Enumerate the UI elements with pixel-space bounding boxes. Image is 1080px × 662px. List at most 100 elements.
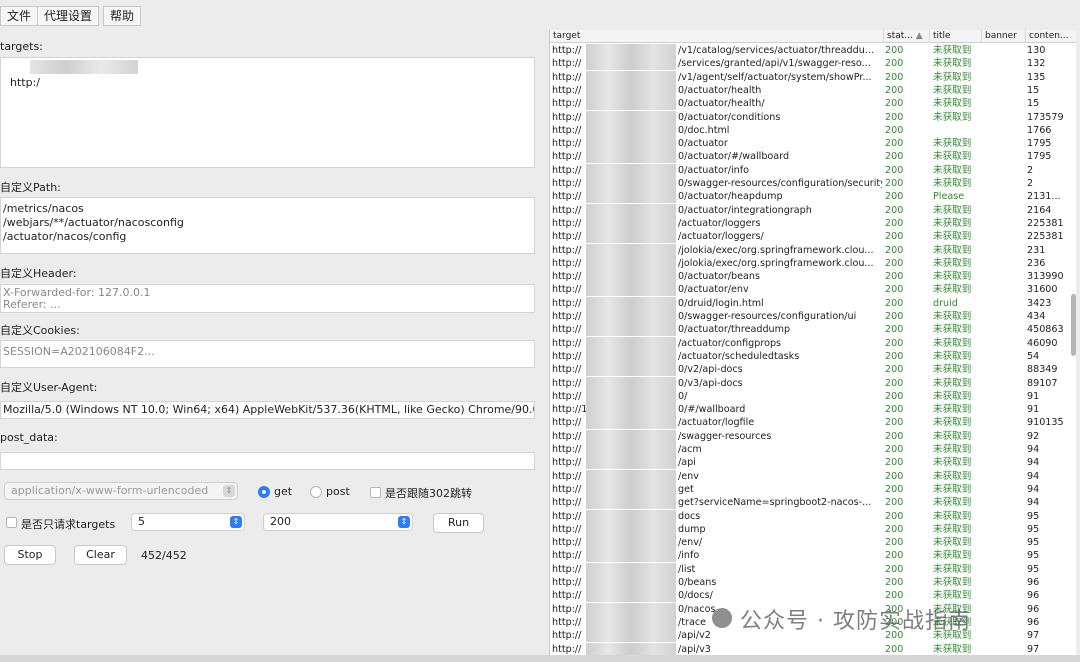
cell-target-scheme: http:// <box>552 111 582 123</box>
table-row[interactable]: http:// /services/granted/api/v1/swagger-… <box>550 57 1076 71</box>
table-row[interactable]: http:// /api/v3 200 未获取到 97 <box>550 642 1076 656</box>
cell-target-path: 0/actuator/beans <box>678 271 760 283</box>
table-row[interactable]: http:// /v1/catalog/services/actuator/thr… <box>550 44 1076 57</box>
cell-title: 未获取到 <box>933 324 972 336</box>
col-target-header[interactable]: target <box>550 30 884 43</box>
table-row[interactable]: http:// dump 200 未获取到 95 <box>550 522 1076 536</box>
scrollbar-thumb[interactable] <box>1071 294 1076 356</box>
content-type-select[interactable]: application/x-www-form-urlencoded ⇕ <box>4 482 238 500</box>
table-row[interactable]: http:// 0/actuator/conditions 200 未获取到 17357… <box>550 110 1076 124</box>
cell-title: 未获取到 <box>933 444 972 455</box>
cell-target: http:// /actuator/logfile <box>552 416 882 430</box>
cell-target-scheme: http:// <box>552 563 582 575</box>
cell-target-scheme: http:// <box>552 537 582 549</box>
table-row[interactable]: http:// 0/actuator/heapdump 200 Please 2131.… <box>550 190 1076 204</box>
table-row[interactable]: http:// /env/200 未获取到 95 <box>550 536 1076 550</box>
cell-length: 1795 <box>1027 138 1052 150</box>
table-row[interactable]: http:// /actuator/configprops 200 未获取到 46090 <box>550 336 1076 350</box>
table-row[interactable]: http:// docs 200 未获取到 95 <box>550 509 1076 523</box>
cell-title: 未获取到 <box>933 84 972 96</box>
useragent-input[interactable]: Mozilla/5.0 (Windows NT 10.0; Win64; x64… <box>0 401 535 419</box>
cell-status: 200 <box>885 111 904 123</box>
table-row[interactable]: http:// /info 200 未获取到 95 <box>550 549 1076 563</box>
col-banner-header[interactable]: banner <box>982 30 1026 43</box>
table-row[interactable]: http:// get?serviceName=springboot2-nacos… <box>550 496 1076 510</box>
table-row[interactable]: http:// get 200 未获取到 94 <box>550 482 1076 496</box>
cell-target: http:// /actuator/scheduledtasks <box>552 349 882 363</box>
cell-status: 200 <box>885 483 904 495</box>
table-row[interactable]: http:// /v1/agent/self/actuator/system/sh… <box>550 70 1076 84</box>
cell-status: 200 <box>885 271 904 283</box>
table-row[interactable]: http:// 0/doc.html 200 1766 <box>550 123 1076 137</box>
run-button[interactable]: Run <box>433 513 484 533</box>
follow-redirect-checkbox[interactable] <box>370 487 381 498</box>
col-length-header[interactable]: conten... <box>1026 30 1076 43</box>
table-row[interactable]: http:// 0/v2/api-docs 200 未获取到 88349 <box>550 363 1076 377</box>
cell-length: 94 <box>1027 457 1040 469</box>
cell-target: http:// 0/v3/api-docs <box>552 376 882 390</box>
menu-proxy-settings[interactable]: 代理设置 <box>37 6 100 26</box>
menu-file[interactable]: 文件 <box>0 6 39 26</box>
table-row[interactable]: http:// /jolokia/exec/org.springframework… <box>550 243 1076 257</box>
results-table[interactable]: target stat... ▲ title banner conten... … <box>549 30 1076 662</box>
cell-status: 200 <box>885 257 904 269</box>
table-row[interactable]: http:// 0/swagger-resources/configuration… <box>550 310 1076 323</box>
table-row[interactable]: http:// /list 200 未获取到 95 <box>550 562 1076 576</box>
redacted-host-blur <box>586 403 676 417</box>
cell-status: 200 <box>885 324 904 336</box>
col-status-header[interactable]: stat... ▲ <box>884 30 930 43</box>
cell-target-scheme: http:// <box>552 124 582 136</box>
cell-status: 200 <box>885 84 904 96</box>
cell-title: 未获取到 <box>933 364 972 376</box>
table-row[interactable]: http://1 0/#/wallboard 200 未获取到 91 <box>550 403 1076 417</box>
table-row[interactable]: http:// /actuator/logfile 200 未获取到 910135 <box>550 416 1076 430</box>
table-row[interactable]: http:// /acm 200 未获取到 94 <box>550 443 1076 456</box>
table-row[interactable]: http:// 0/actuator/integrationgraph 200 未获取… <box>550 203 1076 217</box>
table-row[interactable]: http:// 0/actuator/threaddump 200 未获取到 45086… <box>550 323 1076 337</box>
cell-target-path: /list <box>678 563 696 575</box>
table-row[interactable]: http:// /swagger-resources 200 未获取到 92 <box>550 429 1076 443</box>
menu-help[interactable]: 帮助 <box>103 6 142 26</box>
cell-length: 173579 <box>1027 111 1064 123</box>
post-data-input[interactable] <box>0 452 535 470</box>
table-row[interactable]: http:// /actuator/scheduledtasks 200 未获取到 54 <box>550 349 1076 363</box>
table-row[interactable]: http:// 0/swagger-resources/configuration… <box>550 177 1076 190</box>
table-row[interactable]: http:// 0/docs/200 未获取到 96 <box>550 589 1076 603</box>
threads-select[interactable]: 5 ⇕ <box>131 513 245 531</box>
custom-path-textarea[interactable]: /metrics/nacos /webjars/**/actuator/naco… <box>0 197 535 254</box>
redacted-host-blur <box>586 549 676 563</box>
table-row[interactable]: http:// /actuator/loggers 200 未获取到 225381 <box>550 216 1076 230</box>
table-row[interactable]: http:// 0/200 未获取到 91 <box>550 389 1076 403</box>
redacted-host-blur <box>586 310 676 323</box>
col-title-header[interactable]: title <box>930 30 982 43</box>
table-row[interactable]: http:// /jolokia/exec/org.springframework… <box>550 256 1076 270</box>
custom-cookies-textarea[interactable]: SESSION=A202106084F2... <box>0 340 535 368</box>
redacted-host-blur <box>586 203 676 217</box>
cell-target-scheme: http://1 <box>552 404 588 416</box>
table-row[interactable]: http:// 0/actuator/env 200 未获取到 31600 <box>550 283 1076 297</box>
table-row[interactable]: http:// 0/actuator/health 200 未获取到 15 <box>550 83 1076 97</box>
method-post-radio[interactable] <box>310 486 322 498</box>
cell-length: 95 <box>1027 510 1040 522</box>
table-row[interactable]: http:// 0/beans 200 未获取到 96 <box>550 576 1076 589</box>
table-row[interactable]: http:// 0/actuator 200 未获取到 1795 <box>550 137 1076 151</box>
cell-target-path: get <box>678 483 694 495</box>
table-row[interactable]: http:// /actuator/loggers/200 未获取到 225381 <box>550 230 1076 244</box>
table-row[interactable]: http:// 0/druid/login.html 200 druid 3423 <box>550 296 1076 310</box>
table-row[interactable]: http:// 0/actuator/#/wallboard 200 未获取到 1795 <box>550 150 1076 164</box>
method-get-radio[interactable] <box>258 486 270 498</box>
cell-target-path: 0/actuator <box>678 138 728 150</box>
status-bar <box>0 655 1080 662</box>
stop-button[interactable]: Stop <box>4 545 56 565</box>
table-row[interactable]: http:// /env 200 未获取到 94 <box>550 469 1076 483</box>
table-row[interactable]: http:// 0/actuator/beans 200 未获取到 313990 <box>550 270 1076 284</box>
table-row[interactable]: http:// /api 200 未获取到 94 <box>550 456 1076 470</box>
clear-button[interactable]: Clear <box>74 545 127 565</box>
table-row[interactable]: http:// 0/actuator/info 200 未获取到 2 <box>550 163 1076 177</box>
table-row[interactable]: http:// 0/actuator/health/200 未获取到 15 <box>550 97 1076 111</box>
custom-header-textarea[interactable]: X-Forwarded-for: 127.0.0.1 Referer: ... <box>0 284 535 313</box>
cell-length: 434 <box>1027 311 1046 322</box>
table-row[interactable]: http:// 0/v3/api-docs 200 未获取到 89107 <box>550 376 1076 390</box>
status-filter-select[interactable]: 200 ⇕ <box>263 513 413 531</box>
only-targets-checkbox[interactable] <box>6 517 17 528</box>
